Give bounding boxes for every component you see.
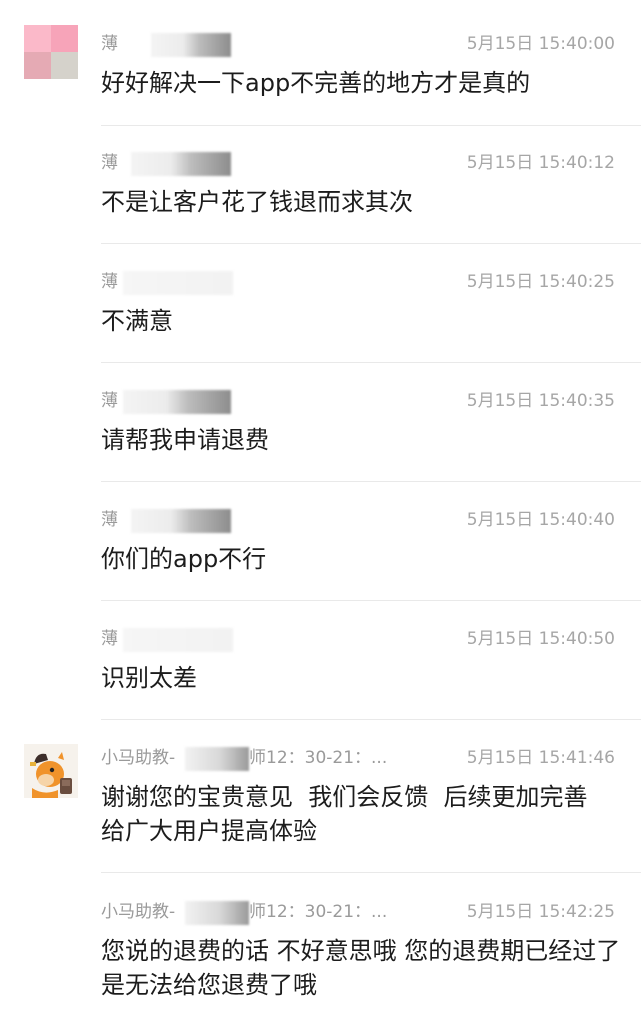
sender-name: 薄 <box>101 629 118 649</box>
assistant-avatar[interactable] <box>24 744 78 798</box>
message-text: 你们的app不行 <box>101 545 267 573</box>
message-text: 不满意 <box>101 307 173 335</box>
sender-suffix: 师12：30-21：... <box>249 902 388 922</box>
sender-name: 薄 <box>101 153 118 173</box>
message-divider <box>101 125 641 126</box>
message-timestamp: 5月15日 15:42:25 <box>466 902 615 922</box>
message-meta: 薄 5月15日 15:40:00 <box>101 31 621 57</box>
user-avatar[interactable] <box>24 25 78 79</box>
message-meta: 薄 5月15日 15:40:25 <box>101 269 621 295</box>
message-meta: 小马助教- 师12：30-21：... 5月15日 15:42:25 <box>101 899 621 925</box>
redacted-name <box>123 390 231 414</box>
sender-name: 薄 <box>101 34 118 54</box>
message-text: 不是让客户花了钱退而求其次 <box>101 188 413 216</box>
message-divider <box>101 481 641 482</box>
message-timestamp: 5月15日 15:40:35 <box>466 391 615 411</box>
redacted-name <box>151 33 231 57</box>
message-timestamp: 5月15日 15:40:25 <box>466 272 615 292</box>
redacted-name <box>131 509 231 533</box>
message-text: 谢谢您的宝贵意见 我们会反馈 后续更加完善 给广大用户提高体验 <box>101 783 603 845</box>
message-text: 您说的退费的话 不好意思哦 您的退费期已经过了 是无法给您退费了哦 <box>101 937 636 999</box>
sender-name: 小马助教- <box>101 748 176 768</box>
sender-name: 小马助教- <box>101 902 176 922</box>
message-text: 好好解决一下app不完善的地方才是真的 <box>101 69 531 97</box>
redacted-name <box>185 901 249 925</box>
chat-message-list[interactable]: 薄 5月15日 15:40:00 好好解决一下app不完善的地方才是真的 薄 5… <box>0 0 641 1021</box>
message-timestamp: 5月15日 15:40:40 <box>466 510 615 530</box>
message-divider <box>101 719 641 720</box>
message-meta: 薄 5月15日 15:40:40 <box>101 507 621 533</box>
message-divider <box>101 600 641 601</box>
message-timestamp: 5月15日 15:41:46 <box>466 748 615 768</box>
message-timestamp: 5月15日 15:40:50 <box>466 629 615 649</box>
sender-suffix: 师12：30-21：... <box>249 748 388 768</box>
sender-name: 薄 <box>101 391 118 411</box>
message-divider <box>101 362 641 363</box>
message-divider <box>101 243 641 244</box>
sender-name: 薄 <box>101 272 118 292</box>
message-timestamp: 5月15日 15:40:12 <box>466 153 615 173</box>
message-text: 识别太差 <box>101 664 197 692</box>
message-meta: 小马助教- 师12：30-21：... 5月15日 15:41:46 <box>101 745 621 771</box>
message-meta: 薄 5月15日 15:40:35 <box>101 388 621 414</box>
redacted-name <box>185 747 249 771</box>
message-meta: 薄 5月15日 15:40:50 <box>101 626 621 652</box>
redacted-name <box>123 628 233 652</box>
redacted-name <box>131 152 231 176</box>
sender-name: 薄 <box>101 510 118 530</box>
message-timestamp: 5月15日 15:40:00 <box>466 34 615 54</box>
redacted-name <box>123 271 233 295</box>
message-divider <box>101 872 641 873</box>
message-meta: 薄 5月15日 15:40:12 <box>101 150 621 176</box>
horse-mascot-icon <box>24 744 78 798</box>
message-text: 请帮我申请退费 <box>101 426 269 454</box>
